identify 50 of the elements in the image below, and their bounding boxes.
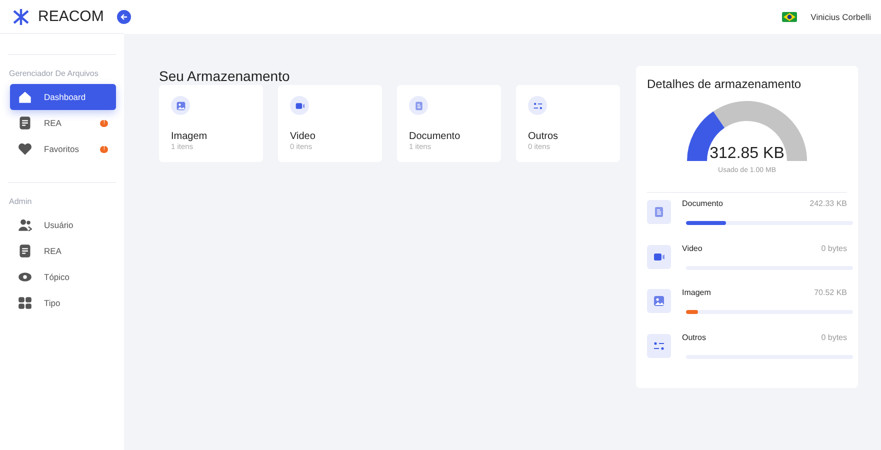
card-title: Imagem xyxy=(171,131,208,142)
image-icon xyxy=(653,295,665,307)
section-title: Admin xyxy=(9,197,33,206)
users-icon xyxy=(18,218,32,232)
video-icon xyxy=(294,100,304,110)
sliders-icon xyxy=(653,340,665,352)
sidebar-item[interactable]: Tópico xyxy=(10,264,116,290)
sidebar-item[interactable]: REA xyxy=(10,238,116,264)
sidebar-item[interactable]: Dashboard xyxy=(10,84,116,110)
flag-icon[interactable] xyxy=(782,12,797,22)
home-icon xyxy=(18,90,32,104)
logo-icon xyxy=(12,8,30,26)
file-type-size: 0 bytes xyxy=(821,332,847,342)
sidebar-item-label: Tópico xyxy=(44,272,70,282)
sliders-icon xyxy=(532,100,542,110)
brand-name: REACOM xyxy=(38,8,104,25)
sidebar-item-label: REA xyxy=(44,118,62,128)
file-type-size: 70.52 KB xyxy=(814,288,847,297)
file-type-name: Imagem xyxy=(682,288,711,297)
file-type-name: Documento xyxy=(682,199,723,208)
document-icon xyxy=(18,244,32,258)
heart-icon xyxy=(18,142,32,156)
sidebar-item-label: Tipo xyxy=(44,298,60,308)
image-icon xyxy=(176,100,186,110)
file-type-name: Outros xyxy=(682,332,706,342)
document-icon xyxy=(414,100,424,110)
user-name[interactable]: Vinicius Corbelli xyxy=(810,12,871,22)
sidebar-item-label: Usuário xyxy=(44,220,74,230)
section-heading: Seu Armazenamento xyxy=(159,68,291,85)
grid-icon xyxy=(18,296,32,310)
used-value: 312.85 KB xyxy=(710,145,784,163)
eye-icon xyxy=(18,270,32,284)
file-type-size: 0 bytes xyxy=(821,244,847,252)
sidebar-item[interactable]: Tipo xyxy=(10,290,116,316)
sidebar-item-label: REA xyxy=(44,246,62,256)
sidebar-item[interactable]: Usuário xyxy=(10,212,116,238)
video-icon xyxy=(653,250,665,262)
document-icon xyxy=(18,116,32,130)
sidebar-item-label: Favoritos xyxy=(44,144,79,154)
card-title: Documento xyxy=(409,131,462,142)
panel-title: Detalhes de armazenamento xyxy=(647,77,802,91)
section-title: Gerenciador De Arquivos xyxy=(9,69,100,78)
arrow-left-icon xyxy=(120,13,128,21)
document-icon xyxy=(653,206,665,218)
file-type-size: 242.33 KB xyxy=(810,199,847,208)
sidebar-item-label: Dashboard xyxy=(44,92,86,102)
card-title: Outros xyxy=(528,131,560,142)
card-title: Video xyxy=(290,131,316,142)
back-button[interactable] xyxy=(117,10,131,24)
file-type-name: Video xyxy=(682,244,702,252)
